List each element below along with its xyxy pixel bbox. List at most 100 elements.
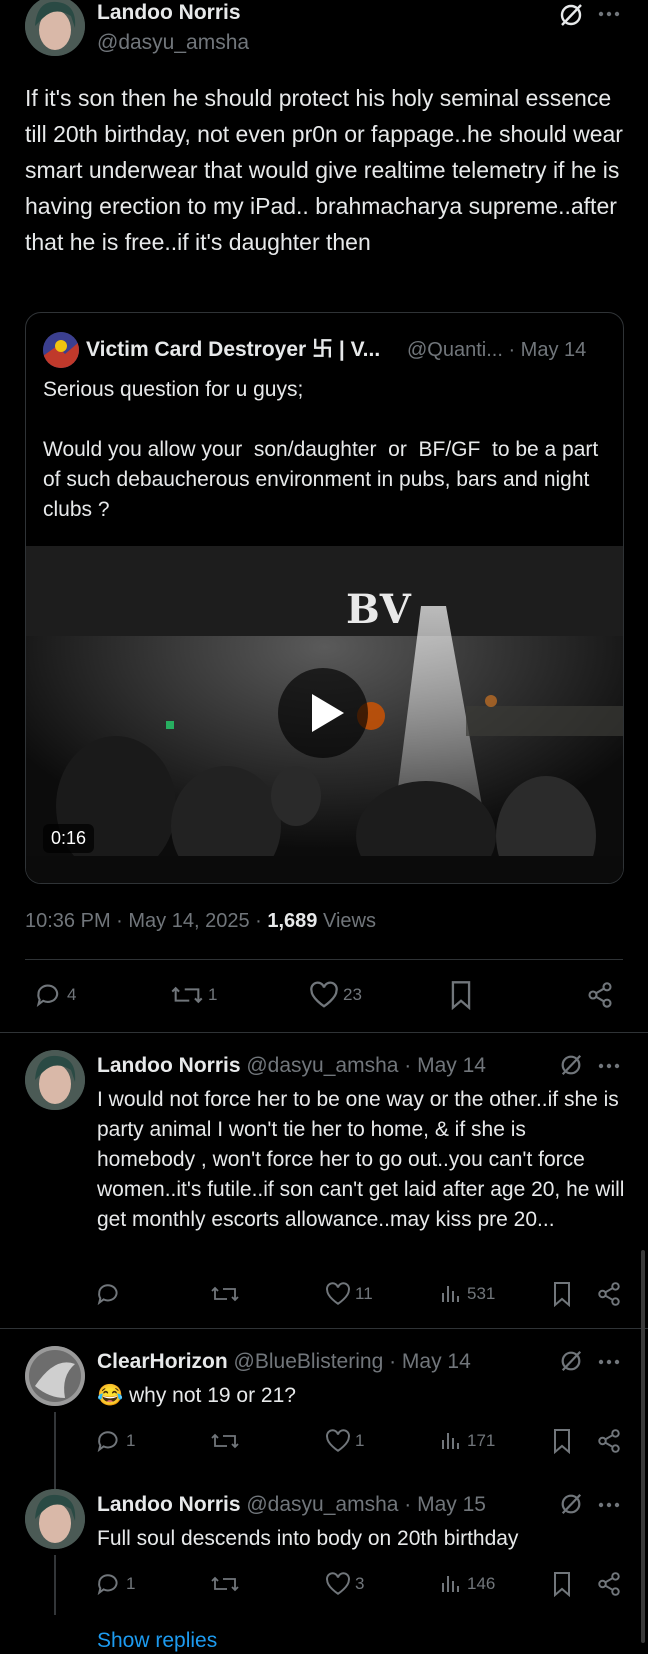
reply-action-bar: 1 3 146 [96,1569,626,1599]
tweet-metadata: 10:36 PM · May 14, 2025 · 1,689 Views [25,908,376,934]
views-count: 146 [467,1574,496,1593]
repost-count: 1 [208,985,218,1004]
share-button[interactable] [596,1426,622,1456]
more-icon[interactable] [597,6,621,22]
reply-text: Full soul descends into body on 20th bir… [97,1527,519,1550]
author-handle[interactable]: @dasyu_amsha [97,30,249,56]
reply-count: 1 [126,1431,136,1450]
share-button[interactable] [596,1569,622,1599]
tweet-text: If it's son then he should protect his h… [25,85,623,255]
analytics-icon [442,1286,459,1302]
avatar[interactable] [25,1050,85,1110]
reply-author-handle[interactable]: @BlueBlistering · May 14 [234,1350,471,1373]
bookmark-icon [554,1429,570,1454]
share-icon [598,1282,620,1306]
reply-author-handle[interactable]: @dasyu_amsha · May 15 [246,1493,486,1516]
reply-button[interactable]: 1 [96,1426,135,1456]
views-count: 531 [467,1284,496,1303]
reply-count: 4 [67,985,77,1004]
reply-button[interactable]: 1 [96,1569,135,1599]
video-duration: 0:16 [43,824,95,853]
show-replies-link[interactable]: Show replies [97,1628,217,1654]
more-icon[interactable] [597,1497,621,1513]
grok-icon[interactable] [559,1492,583,1516]
divider [25,959,623,960]
thread-line [54,1555,56,1615]
views-button[interactable]: 146 [439,1569,495,1599]
tweet-timestamp[interactable]: 10:36 PM · May 14, 2025 · [25,910,267,932]
repost-button[interactable] [210,1569,244,1599]
quoted-avatar[interactable] [43,332,79,368]
reply-author-name[interactable]: Landoo Norris [97,1493,241,1516]
reply-button[interactable]: 4 [35,980,76,1010]
reply-text: 😂 why not 19 or 21? [97,1381,627,1411]
heart-icon [326,1282,350,1305]
bookmark-button[interactable] [449,980,473,1010]
grok-icon[interactable] [559,1349,583,1373]
repost-icon [211,1433,239,1449]
analytics-icon [442,1433,459,1449]
share-icon [588,982,612,1008]
views-button[interactable]: 531 [439,1279,495,1309]
reply-action-bar: 1 1 171 [96,1426,626,1456]
bookmark-icon [451,981,471,1010]
heart-icon [310,981,338,1008]
reply-icon [97,1284,118,1306]
share-button[interactable] [586,980,614,1010]
scrollbar[interactable] [641,1250,645,1643]
share-button[interactable] [596,1279,622,1309]
like-count: 1 [355,1431,365,1450]
reply-text: I would not force her to be one way or t… [97,1088,625,1231]
avatar[interactable] [25,0,85,56]
like-count: 3 [355,1574,365,1593]
avatar[interactable] [25,1489,85,1549]
views-count: 171 [467,1431,496,1450]
reply-button[interactable] [96,1279,126,1309]
grok-icon[interactable] [558,2,584,28]
more-icon[interactable] [597,1354,621,1370]
reply-icon [97,1431,118,1453]
laughing-emoji: 😂 [97,1384,124,1407]
quoted-author-handle[interactable]: @Quanti... · May 14 [407,337,586,363]
repost-button[interactable] [210,1279,244,1309]
reply-icon [97,1574,118,1596]
repost-icon [211,1576,239,1592]
reply-count: 1 [126,1574,136,1593]
play-button[interactable] [278,668,368,758]
bookmark-icon [554,1572,570,1597]
grok-icon[interactable] [559,1053,583,1077]
play-icon [312,694,344,732]
reply-header: Landoo Norris @dasyu_amsha · May 14 [97,1053,486,1079]
reply-text-body: why not 19 or 21? [123,1384,296,1407]
repost-button[interactable]: 1 [170,980,217,1010]
views-button[interactable]: 171 [439,1426,495,1456]
reply-header: Landoo Norris @dasyu_amsha · May 15 [97,1492,486,1518]
bookmark-icon [554,1282,570,1307]
like-button[interactable]: 11 [325,1279,373,1309]
bookmark-button[interactable] [551,1569,573,1599]
quoted-text-line1: Serious question for u guys; [43,378,304,401]
quoted-video[interactable]: BV 0:16 [26,546,623,883]
reply-author-name[interactable]: ClearHorizon [97,1350,228,1373]
heart-icon [326,1572,350,1595]
more-icon[interactable] [597,1058,621,1074]
divider [0,1032,648,1033]
like-button[interactable]: 1 [325,1426,364,1456]
repost-button[interactable] [210,1426,244,1456]
quoted-author-name[interactable]: Victim Card Destroyer 卐 | V... [86,337,380,363]
analytics-icon [442,1576,459,1592]
quoted-text-line2: Would you allow your son/daughter or BF/… [43,438,605,521]
bookmark-button[interactable] [551,1426,573,1456]
like-button[interactable]: 3 [325,1569,364,1599]
repost-icon [211,1286,239,1302]
like-button[interactable]: 23 [309,980,362,1010]
share-icon [598,1429,620,1453]
divider [0,1328,648,1329]
quoted-tweet-card[interactable]: Victim Card Destroyer 卐 | V... @Quanti..… [25,312,624,884]
like-count: 11 [355,1284,373,1303]
bookmark-button[interactable] [551,1279,573,1309]
reply-author-name[interactable]: Landoo Norris [97,1054,241,1077]
avatar[interactable] [25,1346,85,1406]
reply-author-handle[interactable]: @dasyu_amsha · May 14 [246,1054,486,1077]
author-name[interactable]: Landoo Norris [97,0,241,26]
